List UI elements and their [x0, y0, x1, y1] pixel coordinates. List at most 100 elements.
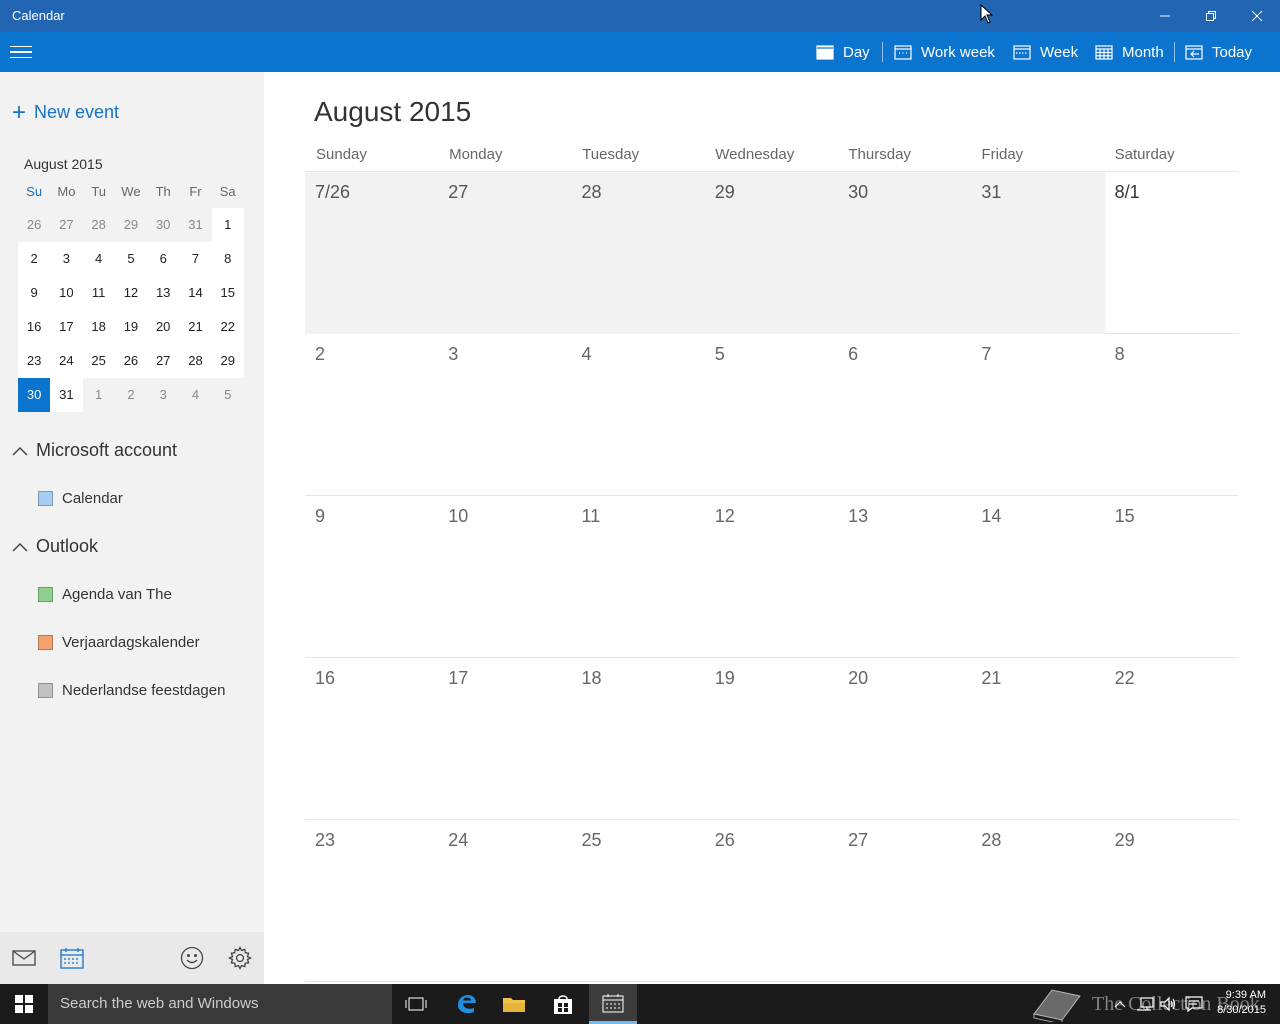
calendar-day-cell[interactable]: 15: [1105, 496, 1238, 658]
group-microsoft-account[interactable]: Microsoft account: [12, 440, 177, 461]
calendar-day-cell[interactable]: 7: [971, 334, 1104, 496]
mini-calendar-day[interactable]: 2: [115, 378, 147, 412]
calendar-item-feestdagen[interactable]: Nederlandse feestdagen: [38, 682, 225, 699]
hamburger-menu-button[interactable]: [10, 42, 34, 62]
mini-calendar-day[interactable]: 31: [50, 378, 83, 412]
mini-calendar-day[interactable]: 29: [115, 208, 147, 242]
calendar-day-cell[interactable]: 27: [838, 820, 971, 982]
mini-calendar-title[interactable]: August 2015: [24, 156, 103, 172]
mini-calendar-day[interactable]: 10: [50, 276, 83, 310]
calendar-day-cell[interactable]: 8: [1105, 334, 1238, 496]
mini-calendar-day[interactable]: 12: [114, 276, 148, 310]
today-button[interactable]: Today: [1185, 32, 1252, 72]
mini-calendar-day[interactable]: 9: [18, 276, 51, 310]
mini-calendar-day[interactable]: 27: [147, 344, 180, 378]
calendar-day-cell[interactable]: 17: [438, 658, 571, 820]
mini-calendar-day[interactable]: 6: [147, 242, 180, 276]
week-view-button[interactable]: Week: [1013, 32, 1078, 72]
minimize-button[interactable]: [1142, 0, 1188, 32]
taskbar-search-box[interactable]: Search the web and Windows: [48, 984, 392, 1024]
calendar-day-cell[interactable]: 12: [705, 496, 838, 658]
mini-calendar-day[interactable]: 4: [82, 242, 115, 276]
mini-calendar-day[interactable]: 28: [83, 208, 115, 242]
mini-calendar-day[interactable]: 26: [18, 208, 50, 242]
close-button[interactable]: [1234, 0, 1280, 32]
day-view-button[interactable]: Day: [816, 32, 870, 72]
calendar-day-cell[interactable]: 26: [705, 820, 838, 982]
calendar-item-verjaardagskalender[interactable]: Verjaardagskalender: [38, 634, 200, 651]
mini-calendar-day[interactable]: 8: [211, 242, 244, 276]
calendar-day-cell[interactable]: 8/1: [1105, 172, 1238, 334]
store-button[interactable]: [539, 984, 587, 1024]
mini-calendar-day[interactable]: 22: [211, 310, 244, 344]
calendar-day-cell[interactable]: 18: [572, 658, 705, 820]
calendar-day-cell[interactable]: 29: [704, 172, 839, 334]
calendar-day-cell[interactable]: 5: [705, 334, 838, 496]
mini-calendar-day[interactable]: 7: [179, 242, 212, 276]
workweek-view-button[interactable]: Work week: [894, 32, 995, 72]
feedback-button[interactable]: [178, 944, 206, 972]
new-event-button[interactable]: + New event: [12, 100, 119, 124]
mini-calendar-day[interactable]: 30: [18, 378, 51, 412]
mini-calendar-day[interactable]: 4: [179, 378, 211, 412]
group-outlook[interactable]: Outlook: [12, 536, 98, 557]
calendar-app-button[interactable]: [58, 944, 86, 972]
mail-button[interactable]: [10, 944, 38, 972]
mini-calendar-day[interactable]: 21: [179, 310, 212, 344]
calendar-day-cell[interactable]: 16: [305, 658, 438, 820]
file-explorer-button[interactable]: [490, 984, 538, 1024]
mini-calendar-day[interactable]: 15: [211, 276, 244, 310]
calendar-day-cell[interactable]: 22: [1105, 658, 1238, 820]
mini-calendar-day[interactable]: 23: [18, 344, 51, 378]
calendar-day-cell[interactable]: 4: [572, 334, 705, 496]
mini-calendar-day[interactable]: 18: [82, 310, 115, 344]
calendar-day-cell[interactable]: 30: [838, 172, 972, 334]
calendar-day-cell[interactable]: 24: [438, 820, 571, 982]
calendar-item-calendar[interactable]: Calendar: [38, 490, 123, 507]
mini-calendar-day[interactable]: 13: [147, 276, 180, 310]
edge-browser-button[interactable]: [442, 984, 490, 1024]
mini-calendar-day[interactable]: 5: [212, 378, 244, 412]
task-view-button[interactable]: [392, 984, 440, 1024]
calendar-day-cell[interactable]: 31: [971, 172, 1105, 334]
mini-calendar-day[interactable]: 29: [211, 344, 244, 378]
mini-calendar-day[interactable]: 26: [114, 344, 148, 378]
mini-calendar-day[interactable]: 11: [82, 276, 115, 310]
mini-calendar-day[interactable]: 16: [18, 310, 51, 344]
calendar-day-cell[interactable]: 28: [571, 172, 705, 334]
calendar-day-cell[interactable]: 19: [705, 658, 838, 820]
calendar-day-cell[interactable]: 11: [572, 496, 705, 658]
mini-calendar-day[interactable]: 19: [114, 310, 148, 344]
mini-calendar-day[interactable]: 3: [50, 242, 83, 276]
mini-calendar-day[interactable]: 2: [18, 242, 51, 276]
calendar-day-cell[interactable]: 14: [971, 496, 1104, 658]
calendar-day-cell[interactable]: 3: [438, 334, 571, 496]
calendar-day-cell[interactable]: 13: [838, 496, 971, 658]
calendar-day-cell[interactable]: 9: [305, 496, 438, 658]
month-view-button[interactable]: Month: [1095, 32, 1164, 72]
mini-calendar-day[interactable]: 1: [83, 378, 115, 412]
mini-calendar-day[interactable]: 14: [179, 276, 212, 310]
mini-calendar-day[interactable]: 5: [114, 242, 148, 276]
calendar-day-cell[interactable]: 28: [971, 820, 1104, 982]
calendar-day-cell[interactable]: 25: [572, 820, 705, 982]
mini-calendar-day[interactable]: 3: [147, 378, 179, 412]
calendar-day-cell[interactable]: 10: [438, 496, 571, 658]
calendar-taskbar-button[interactable]: [589, 984, 637, 1024]
calendar-day-cell[interactable]: 6: [838, 334, 971, 496]
calendar-day-cell[interactable]: 23: [305, 820, 438, 982]
calendar-day-cell[interactable]: 27: [438, 172, 572, 334]
mini-calendar-day[interactable]: 28: [179, 344, 212, 378]
mini-calendar-day[interactable]: 27: [50, 208, 82, 242]
calendar-day-cell[interactable]: 2: [305, 334, 438, 496]
mini-calendar-day[interactable]: 20: [147, 310, 180, 344]
calendar-item-agenda[interactable]: Agenda van The: [38, 586, 172, 603]
calendar-day-cell[interactable]: 20: [838, 658, 971, 820]
mini-calendar-day[interactable]: 30: [147, 208, 179, 242]
restore-button[interactable]: [1188, 0, 1234, 32]
calendar-day-cell[interactable]: 21: [971, 658, 1104, 820]
calendar-day-cell[interactable]: 7/26: [305, 172, 439, 334]
mini-calendar-day[interactable]: 1: [211, 208, 244, 242]
settings-button[interactable]: [226, 944, 254, 972]
mini-calendar-day[interactable]: 31: [179, 208, 211, 242]
